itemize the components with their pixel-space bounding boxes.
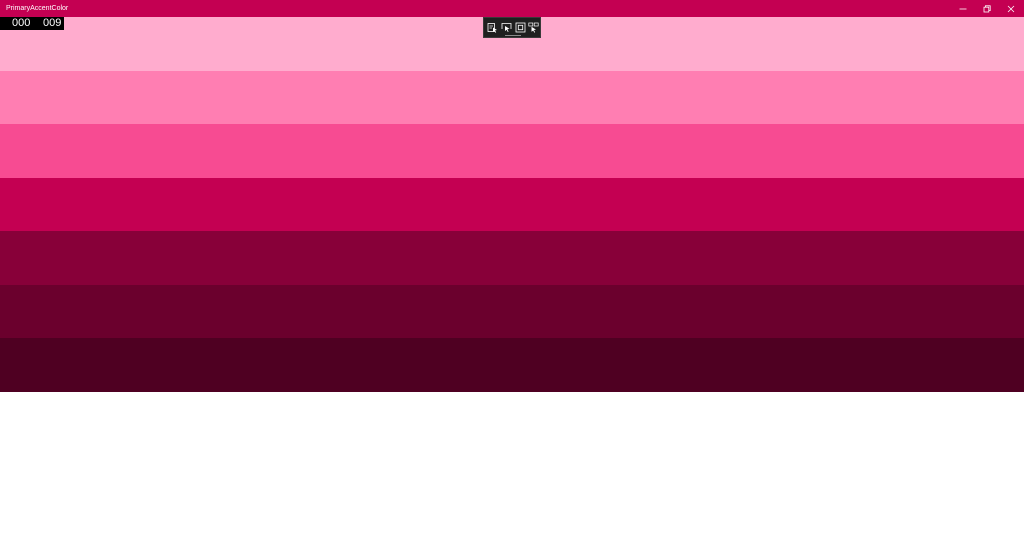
restore-icon bbox=[983, 4, 991, 12]
pointer-button[interactable] bbox=[500, 21, 512, 33]
minimize-icon bbox=[959, 8, 967, 9]
track-focused-element-button[interactable] bbox=[527, 21, 539, 33]
title-bar[interactable]: PrimaryAccentColor bbox=[0, 0, 1024, 17]
app-title: PrimaryAccentColor bbox=[6, 5, 69, 12]
toolbar-drag-handle[interactable] bbox=[505, 35, 521, 36]
debug-toolbar[interactable] bbox=[483, 17, 541, 38]
frame-rate-counter: 000 009 bbox=[0, 17, 64, 30]
track-focused-element-icon bbox=[527, 22, 539, 33]
color-band-accent bbox=[0, 177, 1024, 231]
close-icon bbox=[1007, 5, 1015, 12]
pointer-icon bbox=[501, 22, 511, 32]
color-band-light2 bbox=[0, 70, 1024, 124]
minimize-button[interactable] bbox=[951, 0, 975, 17]
frame-counter-left: 000 bbox=[12, 17, 31, 29]
color-band-dark1 bbox=[0, 231, 1024, 285]
restore-button[interactable] bbox=[975, 0, 999, 17]
frame-counter-right: 009 bbox=[43, 17, 62, 29]
select-element-button[interactable] bbox=[486, 21, 498, 33]
color-band-dark2 bbox=[0, 284, 1024, 338]
accent-color-bands bbox=[0, 17, 1024, 392]
color-band-dark3 bbox=[0, 338, 1024, 392]
color-band-light1 bbox=[0, 124, 1024, 178]
layout-bounds-icon bbox=[515, 22, 525, 32]
select-element-icon bbox=[487, 22, 497, 33]
close-button[interactable] bbox=[999, 0, 1023, 17]
layout-bounds-button[interactable] bbox=[514, 21, 526, 33]
